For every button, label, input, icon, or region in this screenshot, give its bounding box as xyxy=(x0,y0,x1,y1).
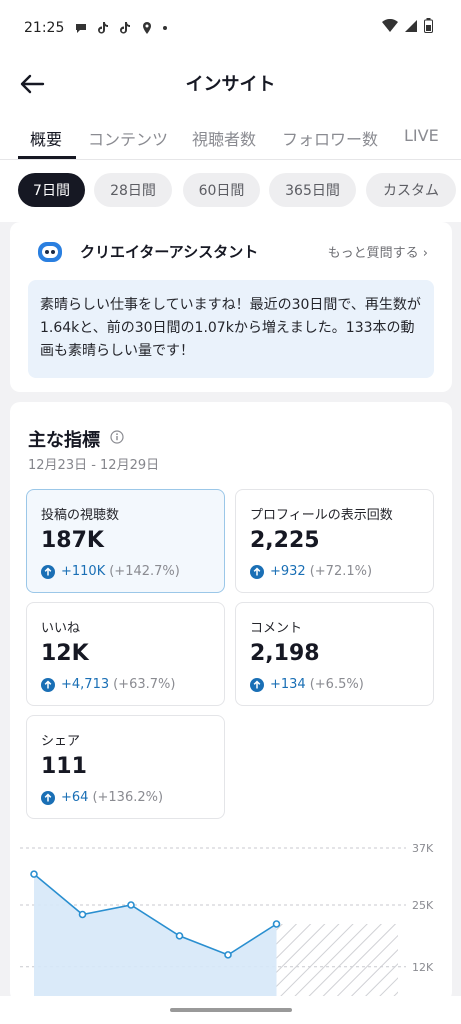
range-custom[interactable]: カスタム xyxy=(366,173,456,207)
creator-assistant-card: クリエイターアシスタント もっと質問する › 素晴らしい仕事をしていますね！最近… xyxy=(10,222,452,392)
date-range-selector: 7日間 28日間 60日間 365日間 カスタム xyxy=(0,160,461,222)
metric-change: +932 xyxy=(270,564,306,579)
assistant-bot-icon xyxy=(38,242,62,262)
app-header: インサイト xyxy=(0,56,461,112)
metric-label: シェア xyxy=(41,734,81,749)
metric-change-percent: (+72.1%) xyxy=(309,564,373,579)
metric-change-percent: (+142.7%) xyxy=(109,564,180,579)
chat-icon xyxy=(76,24,87,33)
home-gesture-handle[interactable] xyxy=(170,1008,292,1012)
chart-y-tick-label: 37K xyxy=(412,842,434,855)
tab-bar: 概要 コンテンツ 視聴者数 フォロワー数 LIVE xyxy=(0,112,461,160)
metric-change-percent: (+136.2%) xyxy=(92,790,164,805)
chart-area xyxy=(34,874,277,1002)
tab-overview[interactable]: 概要 xyxy=(30,126,62,150)
range-60-days[interactable]: 60日間 xyxy=(183,173,260,207)
wifi-icon xyxy=(382,18,398,32)
page-title: インサイト xyxy=(185,74,276,95)
ask-more-link[interactable]: もっと質問する › xyxy=(328,242,428,261)
key-metrics-card: 主な指標 12月23日 - 12月29日 投稿の視聴数 187K +110K (… xyxy=(10,402,452,1002)
system-nav-bar xyxy=(0,996,461,1024)
metric-label: 投稿の視聴数 xyxy=(41,508,120,523)
tab-viewers[interactable]: 視聴者数 xyxy=(192,126,256,150)
location-icon xyxy=(143,22,152,34)
chart-forecast-area xyxy=(276,924,398,1002)
assistant-message: 素晴らしい仕事をしていますね！最近の30日間で、再生数が1.64kと、前の30日… xyxy=(28,280,434,378)
arrow-up-circle-icon xyxy=(250,677,264,692)
signal-icon xyxy=(405,19,417,32)
status-bar: 21:25 xyxy=(0,0,461,56)
active-tab-indicator xyxy=(18,156,76,159)
range-365-days[interactable]: 365日間 xyxy=(269,173,356,207)
info-icon[interactable] xyxy=(110,430,124,444)
dot-icon xyxy=(163,26,168,30)
tab-followers[interactable]: フォロワー数 xyxy=(282,126,378,150)
metric-label: コメント xyxy=(250,621,303,636)
metric-change: +64 xyxy=(61,790,89,805)
arrow-up-circle-icon xyxy=(41,677,55,692)
tab-content[interactable]: コンテンツ xyxy=(88,126,168,150)
metric-comments[interactable]: コメント 2,198 +134 (+6.5%) xyxy=(235,602,434,706)
chart-data-point xyxy=(175,932,184,940)
status-time: 21:25 xyxy=(24,20,65,36)
arrow-up-circle-icon xyxy=(41,790,55,805)
chart-y-tick-label: 25K xyxy=(412,899,434,912)
chart-data-point xyxy=(78,910,87,919)
range-28-days[interactable]: 28日間 xyxy=(94,173,172,207)
metric-label: いいね xyxy=(41,621,81,636)
metric-value: 111 xyxy=(41,754,87,779)
tab-live[interactable]: LIVE xyxy=(404,126,439,145)
chart-data-point xyxy=(272,920,281,928)
battery-icon xyxy=(424,18,433,33)
metric-change: +110K xyxy=(61,564,106,579)
assistant-title: クリエイターアシスタント xyxy=(80,243,259,261)
metric-change: +134 xyxy=(270,677,306,692)
metric-profile-views[interactable]: プロフィールの表示回数 2,225 +932 (+72.1%) xyxy=(235,489,434,593)
views-line-chart: 37K 25K 12K xyxy=(20,842,434,1002)
chart-y-tick-label: 12K xyxy=(412,961,434,974)
metric-value: 2,198 xyxy=(250,641,320,666)
metric-post-views[interactable]: 投稿の視聴数 187K +110K (+142.7%) xyxy=(26,489,225,593)
metrics-date-range: 12月23日 - 12月29日 xyxy=(28,458,160,473)
tiktok-icon xyxy=(120,22,131,34)
chart-data-point xyxy=(30,870,38,878)
metric-value: 187K xyxy=(41,528,104,553)
metric-change-percent: (+63.7%) xyxy=(113,677,176,692)
metric-shares[interactable]: シェア 111 +64 (+136.2%) xyxy=(26,715,225,819)
arrow-up-circle-icon xyxy=(250,564,264,579)
range-7-days[interactable]: 7日間 xyxy=(18,173,85,207)
metrics-title: 主な指標 xyxy=(28,430,100,451)
metric-value: 12K xyxy=(41,641,89,666)
metric-change-percent: (+6.5%) xyxy=(309,677,364,692)
metric-change: +4,713 xyxy=(61,677,110,692)
arrow-up-circle-icon xyxy=(41,564,55,579)
chart-data-point xyxy=(127,901,135,909)
metric-value: 2,225 xyxy=(250,528,320,553)
chart-data-point xyxy=(224,951,232,959)
metric-likes[interactable]: いいね 12K +4,713 (+63.7%) xyxy=(26,602,225,706)
tiktok-icon xyxy=(98,22,109,34)
metric-label: プロフィールの表示回数 xyxy=(250,508,393,523)
